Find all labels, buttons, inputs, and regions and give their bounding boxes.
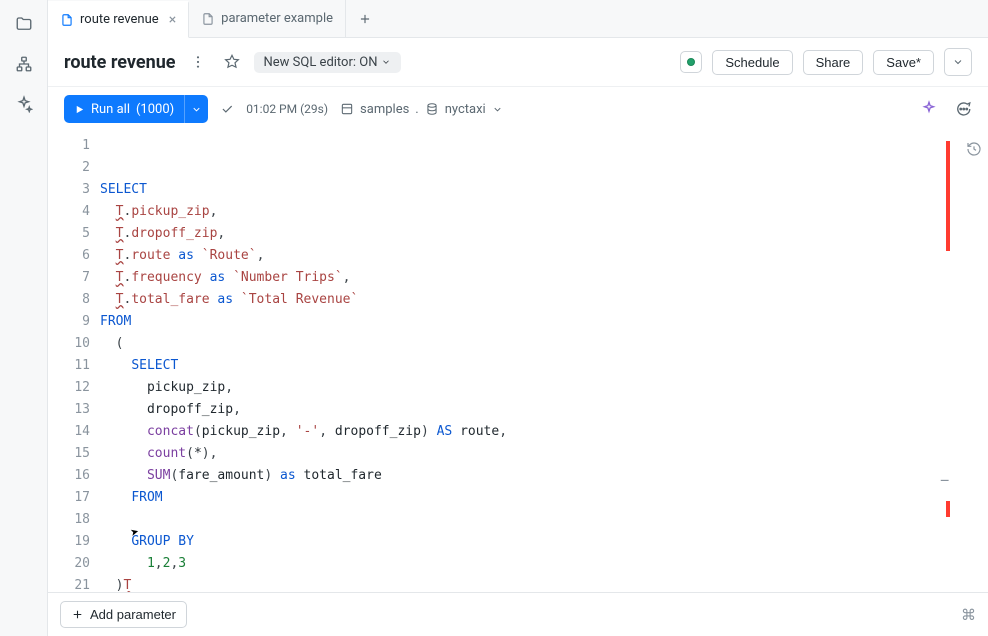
code-line[interactable]: SELECT — [100, 355, 988, 377]
code-line[interactable]: pickup_zip, — [100, 377, 988, 399]
catalog-selector[interactable]: samples . nyctaxi — [340, 102, 503, 117]
keyboard-shortcut-icon[interactable]: ⌘ — [961, 606, 976, 624]
sql-file-icon — [201, 12, 215, 26]
status-dot-icon — [687, 58, 695, 66]
star-icon[interactable] — [220, 50, 244, 74]
code-line[interactable] — [100, 509, 988, 531]
check-icon — [220, 102, 234, 116]
run-dropdown[interactable] — [184, 95, 208, 123]
code-line[interactable]: concat(pickup_zip, '-', dropoff_zip) AS … — [100, 421, 988, 443]
tab-label: parameter example — [221, 11, 333, 26]
collapse-icon[interactable]: – — [940, 471, 951, 490]
editor-mode-toggle[interactable]: New SQL editor: ON — [254, 52, 402, 73]
minimap-error-marker — [946, 501, 950, 517]
toolbar: Run all (1000) 01:02 PM (29s) samples . … — [48, 87, 988, 131]
new-tab-button[interactable] — [346, 0, 384, 37]
chevron-down-icon — [191, 104, 202, 115]
add-parameter-button[interactable]: Add parameter — [60, 601, 187, 628]
schedule-button[interactable]: Schedule — [712, 50, 792, 75]
tab-parameter-example[interactable]: parameter example — [189, 0, 346, 37]
separator: . — [415, 102, 418, 117]
history-icon[interactable] — [966, 141, 982, 157]
kebab-menu-icon[interactable] — [186, 50, 210, 74]
code-line[interactable]: T.pickup_zip, — [100, 201, 988, 223]
assistant-icon[interactable] — [920, 100, 938, 118]
code-line[interactable]: GROUP BY — [100, 531, 988, 553]
code-content[interactable]: SELECT T.pickup_zip, T.dropoff_zip, T.ro… — [100, 131, 988, 592]
editor-mode-label: New SQL editor: ON — [264, 55, 378, 70]
folder-icon[interactable] — [14, 14, 34, 34]
code-line[interactable]: T.total_fare as `Total Revenue` — [100, 289, 988, 311]
database-icon — [425, 102, 439, 116]
code-line[interactable]: dropoff_zip, — [100, 399, 988, 421]
code-line[interactable]: SELECT — [100, 179, 988, 201]
chevron-down-icon — [381, 57, 391, 67]
code-line[interactable]: T.route as `Route`, — [100, 245, 988, 267]
code-editor[interactable]: 123456789101112131415161718192021 SELECT… — [48, 131, 988, 592]
header-bar: route revenue New SQL editor: ON Schedul… — [48, 38, 988, 87]
run-all-button[interactable]: Run all (1000) — [64, 95, 208, 123]
minimap-error-marker — [946, 141, 950, 251]
chevron-down-icon — [492, 104, 503, 115]
schema-box-icon — [340, 102, 354, 116]
tab-label: route revenue — [80, 12, 159, 27]
tabs-bar: route revenue × parameter example — [48, 0, 988, 38]
left-rail — [0, 0, 48, 636]
plus-icon — [71, 608, 84, 621]
line-number-gutter: 123456789101112131415161718192021 — [52, 131, 100, 592]
save-button[interactable]: Save* — [873, 50, 934, 75]
share-button[interactable]: Share — [803, 50, 864, 75]
comment-icon[interactable] — [954, 100, 972, 118]
add-parameter-label: Add parameter — [90, 607, 176, 622]
code-line[interactable]: FROM — [100, 487, 988, 509]
minimap[interactable] — [944, 131, 950, 592]
chevron-down-icon — [952, 56, 964, 68]
run-label: Run all — [91, 102, 130, 117]
sparkle-icon[interactable] — [14, 94, 34, 114]
run-count: (1000) — [136, 102, 174, 117]
connection-status[interactable] — [680, 51, 702, 73]
code-line[interactable]: T.frequency as `Number Trips`, — [100, 267, 988, 289]
code-line[interactable]: )T — [100, 575, 988, 592]
tab-route-revenue[interactable]: route revenue × — [48, 1, 189, 38]
code-line[interactable]: T.dropoff_zip, — [100, 223, 988, 245]
schema-icon[interactable] — [14, 54, 34, 74]
code-line[interactable]: FROM — [100, 311, 988, 333]
last-run-time: 01:02 PM (29s) — [246, 102, 328, 116]
play-icon — [74, 104, 85, 115]
close-icon[interactable]: × — [169, 12, 176, 28]
code-line[interactable]: ( — [100, 333, 988, 355]
save-dropdown-button[interactable] — [944, 48, 972, 76]
sql-file-icon — [60, 13, 74, 27]
footer-bar: Add parameter ⌘ — [48, 592, 988, 636]
code-line[interactable]: SUM(fare_amount) as total_fare — [100, 465, 988, 487]
code-line[interactable]: count(*), — [100, 443, 988, 465]
table-name: nyctaxi — [445, 102, 486, 117]
page-title: route revenue — [64, 52, 176, 73]
code-line[interactable]: 1,2,3 — [100, 553, 988, 575]
schema-name: samples — [360, 102, 409, 117]
